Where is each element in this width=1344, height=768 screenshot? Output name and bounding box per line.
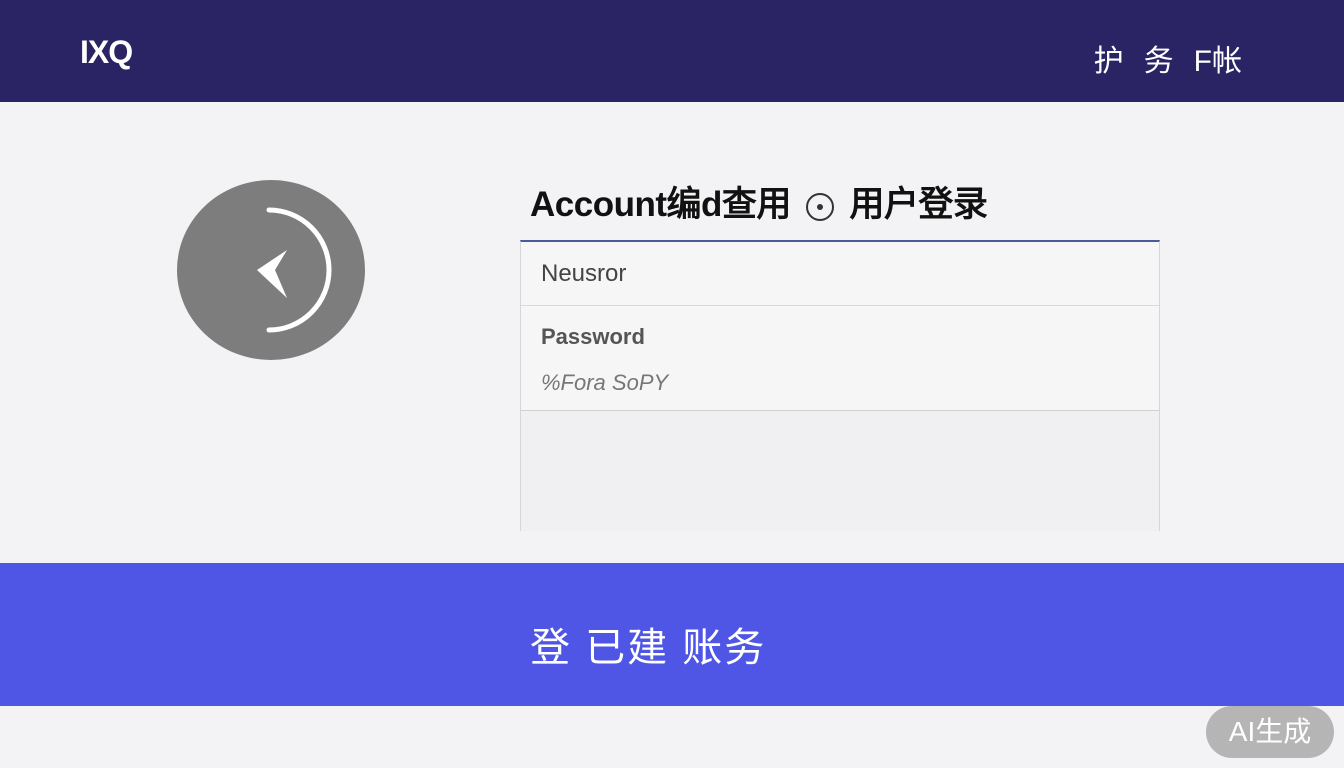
username-field[interactable]: Neusror — [521, 242, 1159, 306]
ai-generated-badge: AI生成 — [1206, 706, 1334, 758]
top-bar: IXQ 护 务 F帐 — [0, 0, 1344, 102]
password-field[interactable]: Password %Fora SoPY — [521, 306, 1159, 411]
nav-link-2[interactable]: 务 — [1144, 36, 1174, 80]
circle-dot-icon — [806, 192, 835, 221]
back-arrow-icon — [257, 207, 332, 333]
back-button[interactable] — [177, 180, 365, 360]
top-nav: 护 务 F帐 — [1094, 36, 1242, 80]
nav-link-3[interactable]: F帐 — [1194, 36, 1242, 80]
password-hint: %Fora SoPY — [541, 370, 669, 395]
password-label: Password — [541, 324, 645, 349]
submit-label: 登 已建 账务 — [530, 626, 767, 670]
app-logo[interactable]: IXQ — [80, 34, 133, 71]
form-title-start: Account编d查用 — [530, 185, 791, 224]
login-form: Neusror Password %Fora SoPY — [520, 240, 1160, 531]
form-title: Account编d查用 用户登录 — [530, 176, 988, 227]
form-title-end: 用户登录 — [849, 185, 988, 224]
username-placeholder: Neusror — [541, 260, 627, 287]
extra-field[interactable] — [521, 411, 1159, 531]
nav-link-1[interactable]: 护 — [1094, 36, 1124, 80]
submit-button[interactable]: 登 已建 账务 — [0, 563, 1344, 706]
